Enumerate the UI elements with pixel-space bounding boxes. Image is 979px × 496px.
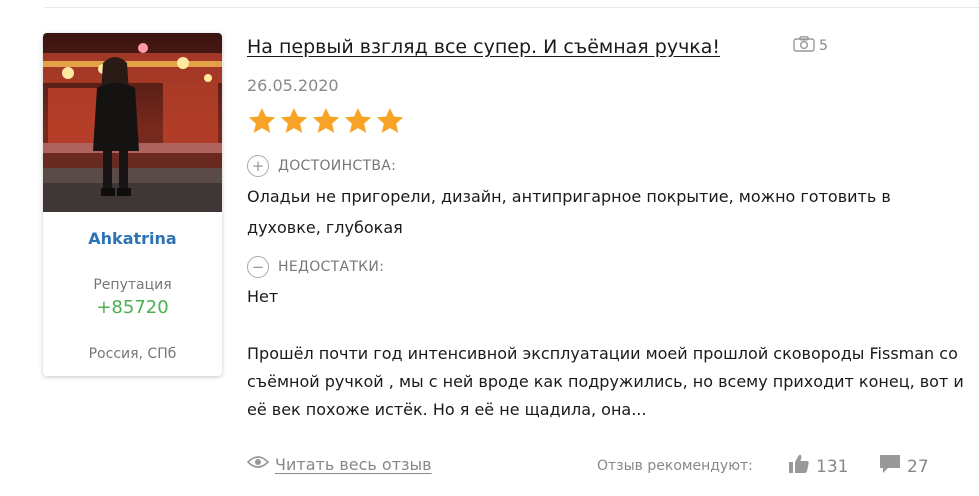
comments-button[interactable]: 27: [879, 454, 929, 479]
star-icon: [280, 107, 308, 133]
pros-header: + ДОСТОИНСТВА:: [247, 155, 396, 177]
photo-count-value: 5: [819, 38, 828, 54]
author-card: Ahkatrina Репутация +85720 Россия, СПб: [43, 33, 222, 376]
review-date: 26.05.2020: [247, 76, 339, 95]
star-icon: [248, 107, 276, 133]
comments-count: 27: [907, 456, 929, 477]
pros-label: ДОСТОИНСТВА:: [278, 158, 397, 174]
review-body: Прошёл почти год интенсивной эксплуатаци…: [247, 344, 964, 419]
pros-text: Оладьи не пригорели, дизайн, антипригарн…: [247, 187, 891, 237]
reputation-label: Репутация: [93, 277, 172, 293]
divider: [45, 7, 979, 8]
plus-circle-icon: +: [247, 155, 269, 177]
eye-icon: [246, 454, 270, 474]
author-avatar[interactable]: [43, 33, 222, 212]
read-full-review-label[interactable]: Читать весь отзыв: [275, 455, 432, 474]
camera-icon: [793, 36, 815, 56]
cons-label: НЕДОСТАТКИ:: [278, 259, 385, 275]
thumbs-up-icon: [788, 454, 810, 479]
likes-button[interactable]: 131: [788, 454, 848, 479]
cons-text: Нет: [247, 287, 279, 306]
star-icon: [312, 107, 340, 133]
star-rating: [247, 106, 405, 136]
author-location: Россия, СПб: [88, 346, 177, 362]
author-name[interactable]: Ahkatrina: [43, 229, 222, 248]
reputation-value: +85720: [96, 297, 169, 318]
comment-icon: [879, 454, 901, 479]
photo-count[interactable]: 5: [793, 36, 828, 56]
likes-count: 131: [816, 456, 849, 477]
recommend-label: Отзыв рекомендуют:: [597, 458, 753, 474]
star-icon: [344, 107, 372, 133]
read-full-review-link[interactable]: Читать весь отзыв: [246, 454, 432, 474]
review-title[interactable]: На первый взгляд все супер. И съёмная ру…: [247, 36, 720, 58]
cons-header: − НЕДОСТАТКИ:: [247, 256, 384, 278]
star-icon: [376, 107, 404, 133]
minus-circle-icon: −: [247, 256, 269, 278]
